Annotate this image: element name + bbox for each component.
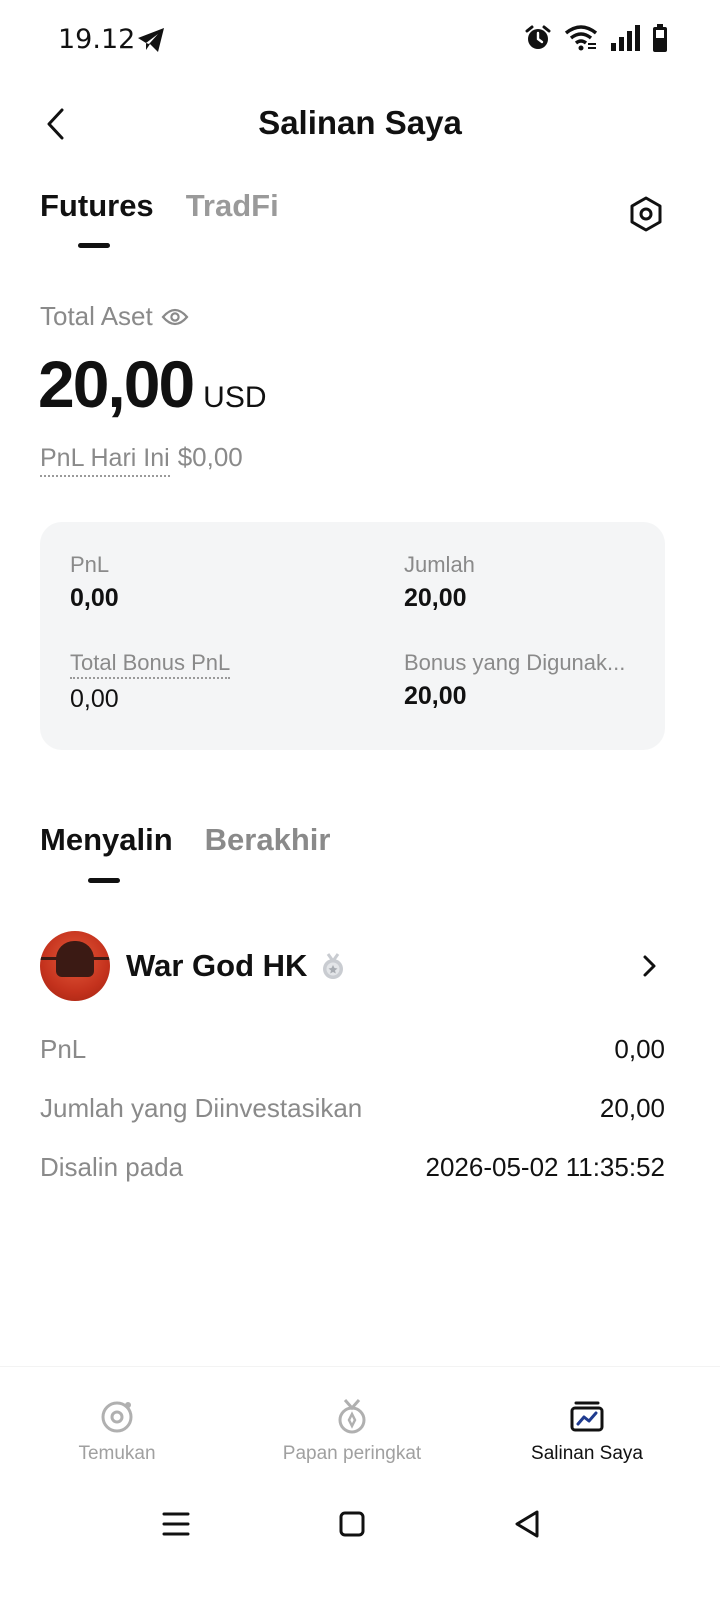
page-title: Salinan Saya [258,104,462,141]
bottom-nav: Temukan Papan peringkat Salinan Saya [0,1366,720,1476]
battery-icon [653,24,667,52]
stat-bonus-pnl: Total Bonus PnL 0,00 [70,650,231,714]
stat-bonus-pnl-label[interactable]: Total Bonus PnL [70,650,231,679]
menu-icon [162,1512,190,1536]
stat-pnl-value: 0,00 [70,584,119,612]
stat-pnl-label: PnL [70,552,110,577]
total-asset-value: 20,00 USD [38,346,267,422]
discover-icon [101,1401,133,1433]
trader-row[interactable]: War God HK [40,930,665,1002]
trader-pnl-row: PnL 0,00 [40,1034,665,1065]
tab-indicator [78,243,110,248]
total-asset-number: 20,00 [38,347,195,421]
hex-settings-icon [630,196,662,232]
telegram-icon [138,28,164,52]
trader-invested-value: 20,00 [599,1093,665,1123]
stat-pnl: PnL 0,00 [70,552,119,613]
stat-bonus-pnl-value: 0,00 [70,685,119,713]
tab-berakhir[interactable]: Berakhir [205,822,331,858]
stat-amount-label: Jumlah [404,552,475,577]
medal-icon [338,1399,366,1434]
stat-amount: Jumlah 20,00 [404,552,475,613]
pnl-today-value: $0,00 [177,442,243,472]
total-asset-text: Total Aset [40,301,153,331]
trader-name: War God HK [126,948,308,983]
nav-papan-peringkat-label: Papan peringkat [282,1443,422,1464]
total-asset-unit: USD [203,381,267,414]
settings-button[interactable] [626,194,666,234]
tab-menyalin[interactable]: Menyalin [40,822,173,858]
stat-bonus-used-label: Bonus yang Digunak... [404,650,626,675]
pnl-today: PnL Hari Ini $0,00 [40,442,243,477]
triangle-back-icon [515,1510,539,1538]
status-time: 19.12 [58,24,136,55]
system-back-button[interactable] [507,1504,547,1544]
tab-futures[interactable]: Futures [40,188,154,224]
alarm-icon [525,25,551,49]
header: Salinan Saya [0,90,720,160]
home-button[interactable] [332,1504,372,1544]
trader-copied-at-label: Disalin pada [40,1152,184,1182]
nav-salinan-saya-label: Salinan Saya [531,1443,643,1464]
total-asset-label: Total Aset [40,301,189,332]
trader-pnl-value: 0,00 [614,1034,665,1064]
nav-papan-peringkat[interactable]: Papan peringkat [232,1397,472,1465]
system-nav [0,1490,720,1560]
trader-copied-at-row: Disalin pada 2026-05-02 11:35:52 [40,1152,665,1183]
trader-copied-at-value: 2026-05-02 11:35:52 [425,1152,666,1182]
chevron-right-icon [643,955,656,977]
stat-amount-value: 20,00 [404,584,467,612]
trader-invested-row: Jumlah yang Diinvestasikan 20,00 [40,1093,665,1124]
copy-tabs: Menyalin Berakhir [40,822,330,858]
wifi-icon [564,25,598,51]
trader-pnl-label: PnL [40,1034,87,1064]
status-bar: 19.12 [0,0,720,80]
stat-bonus-used: Bonus yang Digunak... 20,00 [404,650,625,711]
trader-invested-label: Jumlah yang Diinvestasikan [40,1093,363,1123]
recent-apps-button[interactable] [156,1504,196,1544]
stats-card: PnL 0,00 Jumlah 20,00 Total Bonus PnL 0,… [40,522,665,750]
tab-tradfi[interactable]: TradFi [186,188,279,224]
copy-tab-indicator [88,878,120,883]
nav-temukan[interactable]: Temukan [0,1397,237,1465]
status-icons [524,24,668,52]
signal-icon [611,25,640,51]
avatar [40,931,110,1001]
stat-bonus-used-value: 20,00 [404,682,467,710]
nav-temukan-label: Temukan [78,1443,156,1464]
square-icon [339,1511,365,1537]
silver-medal-icon [323,953,344,979]
copy-portfolio-icon [570,1401,604,1432]
pnl-today-label[interactable]: PnL Hari Ini [40,444,170,477]
eye-icon[interactable] [161,307,189,327]
market-tabs: Futures TradFi [40,188,279,224]
nav-salinan-saya[interactable]: Salinan Saya [467,1397,707,1465]
